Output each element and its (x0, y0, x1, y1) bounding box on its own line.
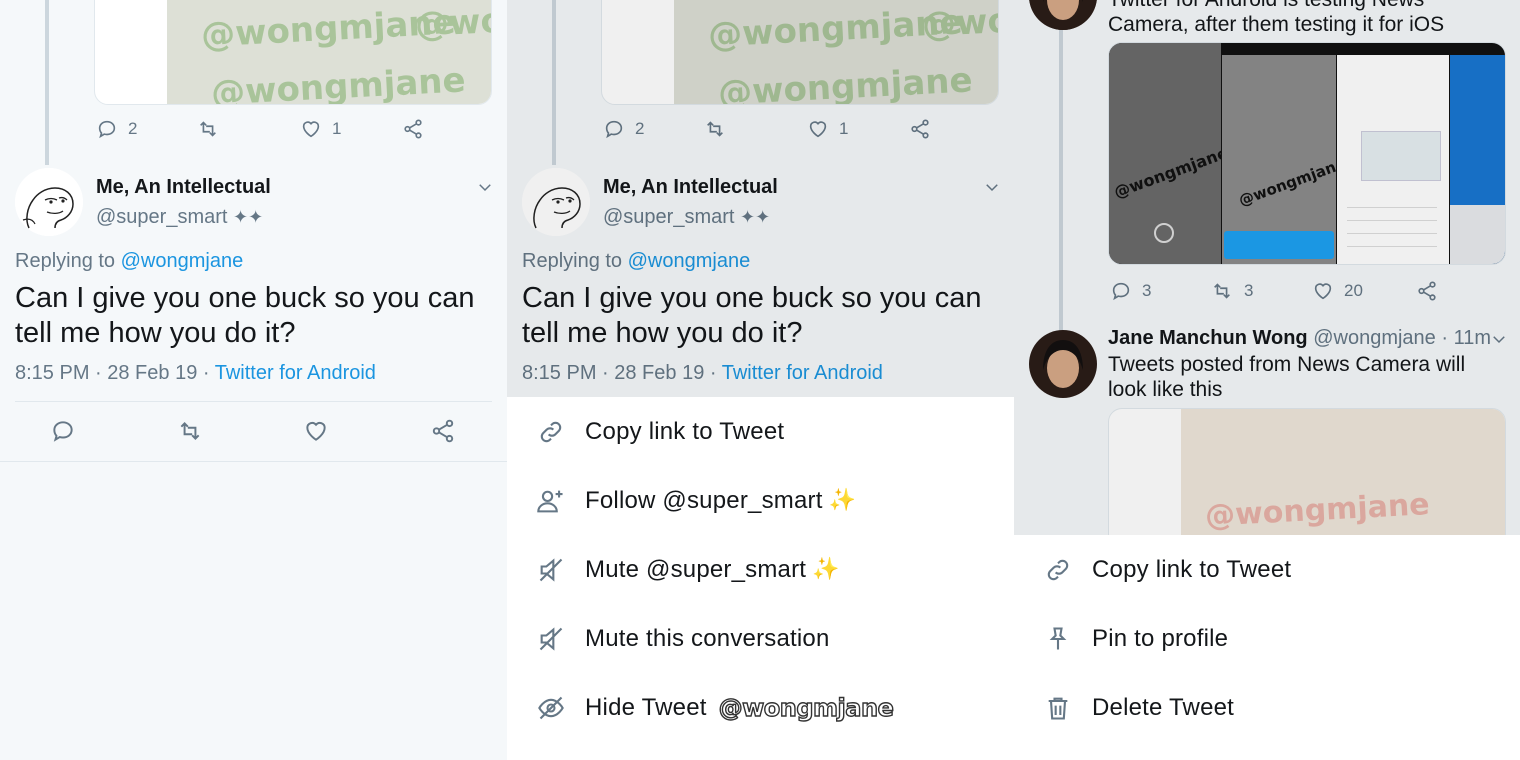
tweet-text: Can I give you one buck so you can tell … (15, 282, 475, 349)
avatar[interactable] (15, 168, 83, 236)
menu-item-copy-link[interactable]: Copy link to Tweet (507, 397, 1014, 466)
menu-item-label: Hide Tweet (585, 693, 707, 721)
menu-item-label: Follow @super_smart (585, 486, 823, 514)
replying-to: Replying to @wongmjane (15, 250, 243, 273)
tweet-meta: 8:15 PM · 28 Feb 19 · Twitter for Androi… (15, 362, 376, 385)
replying-to-link[interactable]: @wongmjane (121, 250, 244, 272)
link-icon (1047, 559, 1069, 580)
author-handle[interactable]: @super_smart ✦✦ (96, 206, 263, 229)
mute-icon (539, 626, 563, 651)
follow-user-icon (537, 490, 563, 512)
replying-prefix: Replying to (15, 250, 116, 272)
watermark-text-3: @wongmjane (210, 60, 467, 105)
tweet-options-menu: Copy link to Tweet Pin to profile Delete… (1014, 535, 1520, 760)
sparkle-emoji: ✨ (812, 557, 840, 582)
share-button[interactable] (430, 418, 456, 444)
reply-icon (53, 421, 73, 442)
menu-item-follow[interactable]: Follow @super_smart ✨ (507, 466, 1014, 535)
retweet-button[interactable] (176, 418, 204, 444)
menu-item-label: Delete Tweet (1092, 693, 1235, 721)
retweet-action[interactable] (196, 118, 220, 140)
thread-line (45, 0, 49, 165)
panel-own-tweet-menu: Twitter for Android is testing News Came… (1014, 0, 1520, 760)
media-image: @wongmjane @wo @wongmjane (167, 0, 492, 105)
menu-item-label: Copy link to Tweet (1092, 555, 1292, 583)
heart-icon (302, 121, 320, 138)
share-action[interactable] (402, 118, 424, 140)
mute-icon (539, 557, 563, 582)
more-chevron-icon[interactable] (476, 178, 494, 201)
reply-icon (98, 120, 116, 139)
link-icon (540, 421, 562, 442)
like-button[interactable] (303, 418, 329, 444)
menu-item-label: Pin to profile (1092, 624, 1229, 652)
pin-icon (1049, 626, 1067, 649)
media-card[interactable]: @wongmjane @wo @wongmjane (94, 0, 492, 105)
handle-emoji: ✦✦ (233, 207, 264, 228)
menu-item-mute-user[interactable]: Mute @super_smart ✨ (507, 535, 1014, 604)
menu-item-copy-link[interactable]: Copy link to Tweet (1014, 535, 1520, 604)
reply-action[interactable]: 2 (96, 118, 137, 140)
tweet-options-menu: Copy link to Tweet Follow @super_smart ✨… (507, 397, 1014, 760)
tweet-source-link[interactable]: Twitter for Android (215, 362, 376, 384)
reply-count: 2 (128, 119, 138, 138)
author-handle-text: @super_smart (96, 206, 228, 228)
heart-icon (306, 421, 326, 441)
menu-item-mute-conversation[interactable]: Mute this conversation (507, 604, 1014, 673)
divider (0, 461, 507, 462)
menu-item-delete[interactable]: Delete Tweet (1014, 673, 1520, 742)
meme-face-avatar-icon (15, 168, 83, 236)
menu-item-label: Copy link to Tweet (585, 417, 785, 445)
reply-button[interactable] (50, 418, 76, 444)
retweet-icon (200, 121, 216, 137)
menu-item-label: Mute @super_smart (585, 555, 807, 583)
trash-icon (1048, 697, 1068, 720)
like-count: 1 (332, 119, 342, 138)
author-name[interactable]: Me, An Intellectual (96, 176, 271, 199)
menu-item-pin[interactable]: Pin to profile (1014, 604, 1520, 673)
menu-item-hide-tweet[interactable]: Hide Tweet @wongmjane (507, 673, 1014, 742)
divider (15, 401, 492, 402)
retweet-icon (180, 422, 200, 440)
like-action[interactable]: 1 (300, 118, 341, 140)
panel-tweet-detail: @wongmjane @wo @wongmjane 2 1 Me, An Int… (0, 0, 507, 760)
panel-tweet-menu-other: @wongmjane @wo @wongmjane 2 1 Me, An Int… (507, 0, 1014, 760)
watermark-badge: @wongmjane (718, 693, 895, 722)
sparkle-emoji: ✨ (828, 488, 856, 513)
watermark-text-2: @wo (414, 0, 492, 46)
share-icon (404, 119, 422, 139)
hide-icon (538, 696, 564, 719)
share-icon (432, 419, 454, 443)
tweet-timestamp: 8:15 PM · 28 Feb 19 · (15, 362, 210, 384)
menu-item-label: Mute this conversation (585, 624, 830, 652)
